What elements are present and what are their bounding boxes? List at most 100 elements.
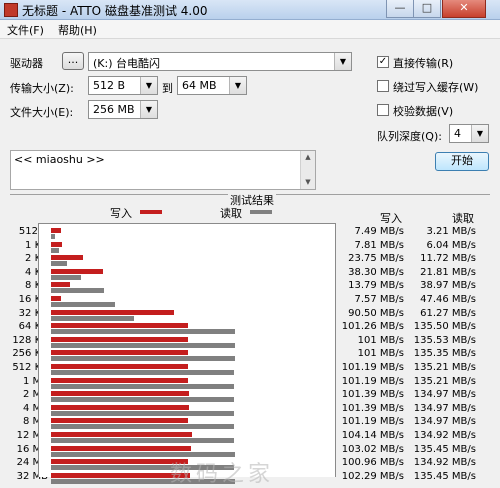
read-bar <box>51 261 67 267</box>
transfer-to-select[interactable]: 64 MB ▼ <box>177 76 247 95</box>
read-bar <box>51 356 235 362</box>
read-bar <box>51 383 235 389</box>
chevron-down-icon: ▼ <box>140 101 157 118</box>
legend-read-swatch <box>250 210 272 214</box>
chevron-down-icon: ▼ <box>229 77 246 94</box>
write-bar <box>51 350 189 356</box>
drive-label: 驱动器 <box>10 57 43 70</box>
queue-depth-value: 4 <box>454 127 461 140</box>
read-value: 21.81 MB/s <box>420 266 476 278</box>
write-bar <box>51 459 189 465</box>
close-button[interactable]: ✕ <box>442 0 486 18</box>
write-value: 101.39 MB/s <box>341 402 404 414</box>
read-value: 61.27 MB/s <box>420 307 476 319</box>
legend-write-label: 写入 <box>110 207 132 220</box>
menu-file[interactable]: 文件(F) <box>7 22 44 38</box>
read-value: 134.97 MB/s <box>413 416 476 428</box>
window-title: 无标题 - ATTO 磁盘基准测试 4.00 <box>22 4 208 18</box>
write-bar <box>51 377 189 383</box>
write-value: 101.39 MB/s <box>341 389 404 401</box>
write-value: 13.79 MB/s <box>348 280 404 292</box>
minimize-button[interactable]: — <box>386 0 414 18</box>
direct-io-checkbox[interactable]: ✓ <box>377 56 389 68</box>
write-bar <box>51 228 62 233</box>
read-bar <box>51 410 235 416</box>
chevron-down-icon: ▼ <box>140 77 157 94</box>
description-text: << miaoshu >> <box>14 153 105 166</box>
bypass-cache-checkbox[interactable] <box>377 80 389 92</box>
read-value: 135.21 MB/s <box>413 362 476 373</box>
read-bar <box>51 274 81 280</box>
write-value: 90.50 MB/s <box>348 307 404 319</box>
write-bar <box>51 282 70 288</box>
description-textarea[interactable]: << miaoshu >> ▲ ▼ <box>10 150 316 190</box>
write-value: 7.81 MB/s <box>354 239 404 251</box>
write-value: 7.49 MB/s <box>354 226 404 237</box>
read-bar <box>51 288 104 294</box>
write-value: 101.19 MB/s <box>341 416 404 428</box>
maximize-button[interactable]: □ <box>413 0 441 18</box>
bypass-cache-label: 绕过写入缓存(W) <box>393 81 479 94</box>
results-chart <box>38 223 336 484</box>
transfer-from-value: 512 B <box>93 79 126 92</box>
transfer-from-select[interactable]: 512 B ▼ <box>88 76 158 95</box>
menu-bar: 文件(F) 帮助(H) <box>0 20 500 39</box>
drive-value: (K:) 台电酷闪 <box>93 57 160 70</box>
write-bar <box>51 323 189 329</box>
verify-data-label: 校验数据(V) <box>393 105 454 118</box>
write-value: 100.96 MB/s <box>341 457 404 469</box>
direct-io-label: 直接传输(R) <box>393 57 454 70</box>
write-bar <box>51 391 189 397</box>
chevron-down-icon: ▼ <box>334 53 351 70</box>
read-bar <box>51 234 56 239</box>
read-bar <box>51 438 235 443</box>
browse-button[interactable]: ... <box>62 52 84 70</box>
write-value: 101.19 MB/s <box>341 375 404 387</box>
scroll-down-icon[interactable]: ▼ <box>301 176 315 189</box>
read-value: 135.50 MB/s <box>413 321 476 333</box>
transfer-to-value: 64 MB <box>182 79 217 92</box>
title-bar: 无标题 - ATTO 磁盘基准测试 4.00 — □ ✕ <box>0 0 500 20</box>
read-value: 134.92 MB/s <box>413 457 476 469</box>
read-value: 11.72 MB/s <box>420 253 476 265</box>
legend-read-label: 读取 <box>220 207 242 220</box>
write-bar <box>51 255 84 261</box>
write-bar <box>51 336 189 342</box>
write-value: 38.30 MB/s <box>348 266 404 278</box>
read-value: 47.46 MB/s <box>420 294 476 305</box>
scroll-up-icon[interactable]: ▲ <box>301 151 315 164</box>
read-bar <box>51 370 235 375</box>
column-read-header: 读取 <box>452 212 474 225</box>
read-value: 38.97 MB/s <box>420 280 476 292</box>
read-bar <box>51 397 235 403</box>
write-bar <box>51 364 189 369</box>
write-bar <box>51 296 62 301</box>
write-value: 7.57 MB/s <box>354 294 404 305</box>
chevron-down-icon: ▼ <box>471 125 488 142</box>
file-size-value: 256 MB <box>93 103 135 116</box>
verify-data-checkbox[interactable] <box>377 104 389 116</box>
legend-write-swatch <box>140 210 162 214</box>
write-bar <box>51 472 190 478</box>
description-scrollbar[interactable]: ▲ ▼ <box>300 151 315 189</box>
write-value: 101 MB/s <box>357 334 404 346</box>
read-value: 3.21 MB/s <box>426 226 476 237</box>
write-value: 101 MB/s <box>357 348 404 360</box>
drive-select[interactable]: (K:) 台电酷闪 ▼ <box>88 52 352 71</box>
write-value: 103.02 MB/s <box>341 443 404 455</box>
write-bar <box>51 268 103 274</box>
transfer-size-label: 传输大小(Z): <box>10 82 74 95</box>
file-size-select[interactable]: 256 MB ▼ <box>88 100 158 119</box>
write-bar <box>51 404 189 410</box>
queue-depth-select[interactable]: 4 ▼ <box>449 124 489 143</box>
read-value: 135.35 MB/s <box>413 348 476 360</box>
read-value: 134.92 MB/s <box>413 430 476 441</box>
start-button[interactable]: 开始 <box>435 152 489 171</box>
write-bar <box>51 241 62 247</box>
read-bar <box>51 302 116 307</box>
write-value: 23.75 MB/s <box>348 253 404 265</box>
menu-help[interactable]: 帮助(H) <box>58 22 97 38</box>
write-bar <box>51 445 191 451</box>
write-value: 101.19 MB/s <box>341 362 404 373</box>
read-bar <box>51 247 60 253</box>
